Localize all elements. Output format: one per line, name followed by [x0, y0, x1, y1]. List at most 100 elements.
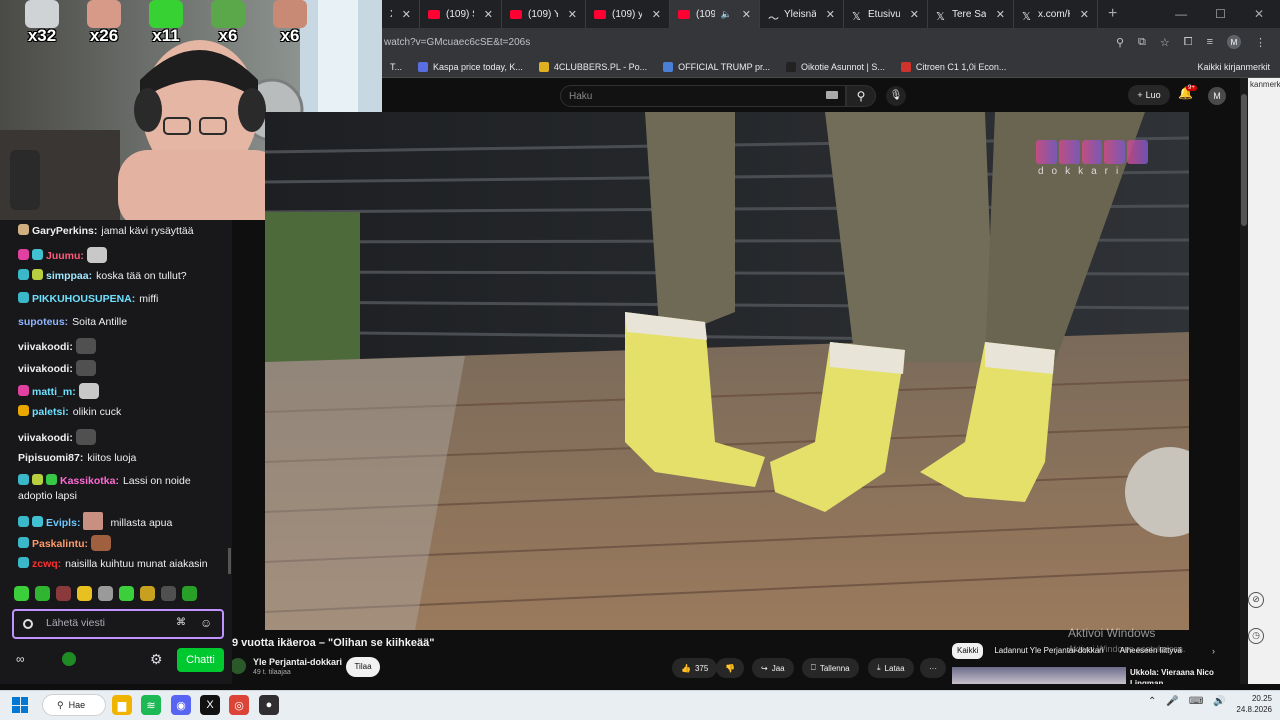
cast-icon[interactable]: ⧉	[1138, 36, 1146, 49]
browser-tab[interactable]: (109) 1 🔈 ✕	[670, 0, 760, 28]
all-bookmarks[interactable]: Kaikki kirjanmerkit	[1192, 62, 1280, 72]
more-actions-button[interactable]: ···	[920, 658, 946, 678]
url-text[interactable]: watch?v=GMcuaec6cSE&t=206s	[384, 37, 530, 48]
chat-username[interactable]: supoteus	[18, 316, 65, 328]
search-input[interactable]: Haku	[560, 85, 846, 107]
emote-icon[interactable]	[56, 586, 71, 601]
chat-settings-gear-icon[interactable]: ⚙	[150, 651, 163, 668]
bookmark-item[interactable]: OFFICIAL TRUMP pr...	[655, 61, 778, 72]
chat-username[interactable]: Pipisuomi87	[18, 452, 80, 464]
close-tab-icon[interactable]: ✕	[996, 8, 1005, 21]
search-button[interactable]: ⚲	[846, 85, 876, 107]
emote-icon[interactable]	[35, 586, 50, 601]
microphone-icon[interactable]: 🎤	[1166, 696, 1178, 707]
menu-icon[interactable]: ⋮	[1255, 36, 1266, 49]
chat-username[interactable]: GaryPerkins	[32, 225, 94, 237]
commands-icon[interactable]: ⌘	[176, 617, 186, 628]
network-icon[interactable]: ⌨	[1189, 696, 1203, 707]
bookmark-star-icon[interactable]: ☆	[1160, 36, 1170, 49]
browser-tab[interactable]: (109) yle d ✕	[586, 0, 670, 28]
emote-icon[interactable]	[77, 586, 92, 601]
volume-icon[interactable]: 🔊	[1213, 696, 1225, 707]
bookmark-item[interactable]: T...	[382, 62, 410, 72]
speaker-icon[interactable]: 🔈	[721, 9, 732, 20]
create-button[interactable]: + Luo	[1128, 85, 1170, 105]
filter-chip[interactable]: Kaikki	[952, 643, 984, 659]
clock-icon[interactable]: ◷	[1248, 628, 1264, 644]
emote-icon[interactable]	[14, 586, 29, 601]
chat-username[interactable]: Juumu	[46, 250, 80, 262]
kick-logo-icon[interactable]	[62, 652, 76, 666]
profile-avatar[interactable]: M	[1227, 35, 1241, 49]
share-button[interactable]: ↪ Jaa	[752, 658, 794, 678]
browser-tab[interactable]: 𝕏x.com/Kim ✕	[1014, 0, 1098, 28]
chat-username[interactable]: paletsi	[32, 406, 65, 418]
save-button[interactable]: ⎕ Tallenna	[802, 658, 859, 678]
mic-button[interactable]: 🎙	[886, 86, 906, 106]
spotify-icon[interactable]: ≋	[141, 695, 161, 715]
bookmark-item[interactable]: 4CLUBBERS.PL - Po...	[531, 61, 655, 72]
bookmark-item[interactable]: Citroen C1 1,0i Econ...	[893, 61, 1015, 72]
chat-username[interactable]: viivakoodi	[18, 341, 69, 353]
emote-icon[interactable]	[140, 586, 155, 601]
browser-tab[interactable]: (109) YouT ✕	[502, 0, 586, 28]
chat-username[interactable]: simppaa	[46, 270, 89, 282]
channel-name[interactable]: Yle Perjantai-dokkari	[253, 657, 342, 667]
minimize-icon[interactable]: —	[1175, 7, 1187, 21]
chat-username[interactable]: matti_m	[32, 386, 72, 398]
browser-tab[interactable]: 𝕏 Tere Samm ✕	[928, 0, 1014, 28]
taskbar-search[interactable]: ⚲ Hae	[42, 694, 106, 716]
chrome-icon[interactable]: ◎	[229, 695, 249, 715]
obs-icon[interactable]: ●	[259, 695, 279, 715]
emoji-icon[interactable]: ☺	[200, 616, 212, 630]
maximize-icon[interactable]: ☐	[1215, 7, 1226, 21]
close-tab-icon[interactable]: ✕	[568, 8, 577, 21]
file-explorer-icon[interactable]: ▆	[112, 695, 132, 715]
emote-icon[interactable]	[182, 586, 197, 601]
browser-tab[interactable]: 〜 Yleisnäkym ✕	[760, 0, 844, 28]
close-tab-icon[interactable]: ✕	[484, 8, 493, 21]
windows-start-icon[interactable]	[12, 697, 28, 713]
emote-icon[interactable]	[119, 586, 134, 601]
account-avatar[interactable]: M	[1208, 87, 1226, 105]
channel-avatar[interactable]	[230, 658, 246, 674]
close-tab-icon[interactable]: ✕	[826, 8, 835, 21]
extensions-icon[interactable]: ⧠	[1184, 36, 1193, 49]
browser-tab[interactable]: (109) Strea ✕	[420, 0, 502, 28]
chat-scrollbar[interactable]	[228, 548, 231, 574]
dislike-button[interactable]: 👎	[716, 658, 744, 678]
discord-icon[interactable]: ◉	[171, 695, 191, 715]
browser-tab[interactable]: X✕	[382, 0, 420, 28]
close-tab-icon[interactable]: ✕	[652, 8, 661, 21]
points-icon[interactable]: ∞	[16, 652, 25, 666]
close-window-icon[interactable]: ✕	[1254, 7, 1264, 21]
close-tab-icon[interactable]: ✕	[742, 8, 751, 21]
chat-username[interactable]: viivakoodi	[18, 363, 69, 375]
bookmark-item[interactable]: Kaspa price today, K...	[410, 61, 531, 72]
x-app-icon[interactable]: X	[200, 695, 220, 715]
like-button[interactable]: 👍 375	[672, 658, 718, 678]
record-icon[interactable]	[23, 619, 33, 629]
download-button[interactable]: ⤓ Lataa	[868, 658, 914, 678]
circle-slash-icon[interactable]: ⊘	[1248, 592, 1264, 608]
chat-username[interactable]: PIKKUHOUSUPENA	[32, 293, 132, 305]
chat-send-button[interactable]: Chatti	[177, 648, 224, 672]
zoom-icon[interactable]: ⚲	[1116, 36, 1124, 49]
emote-icon[interactable]	[98, 586, 113, 601]
browser-tab[interactable]: 𝕏 Etusivu / X ✕	[844, 0, 928, 28]
close-tab-icon[interactable]: ✕	[910, 8, 919, 21]
video-player[interactable]	[265, 112, 1189, 630]
chevron-up-icon[interactable]: ⌃	[1148, 696, 1156, 707]
page-scrollbar-thumb[interactable]	[1241, 94, 1247, 226]
close-tab-icon[interactable]: ✕	[1080, 8, 1089, 21]
chevron-right-icon[interactable]: ›	[1212, 646, 1215, 656]
chat-username[interactable]: Paskalintu	[32, 538, 85, 550]
new-tab-icon[interactable]: +	[1108, 5, 1117, 23]
emote-icon[interactable]	[161, 586, 176, 601]
chat-username[interactable]: viivakoodi	[18, 432, 69, 444]
keyboard-icon[interactable]	[826, 91, 838, 99]
chat-username[interactable]: Evipls	[46, 517, 77, 529]
subscribe-button[interactable]: Tilaa	[346, 657, 380, 677]
bookmark-item[interactable]: Oikotie Asunnot | S...	[778, 61, 893, 72]
media-icon[interactable]: ≡	[1207, 36, 1213, 48]
